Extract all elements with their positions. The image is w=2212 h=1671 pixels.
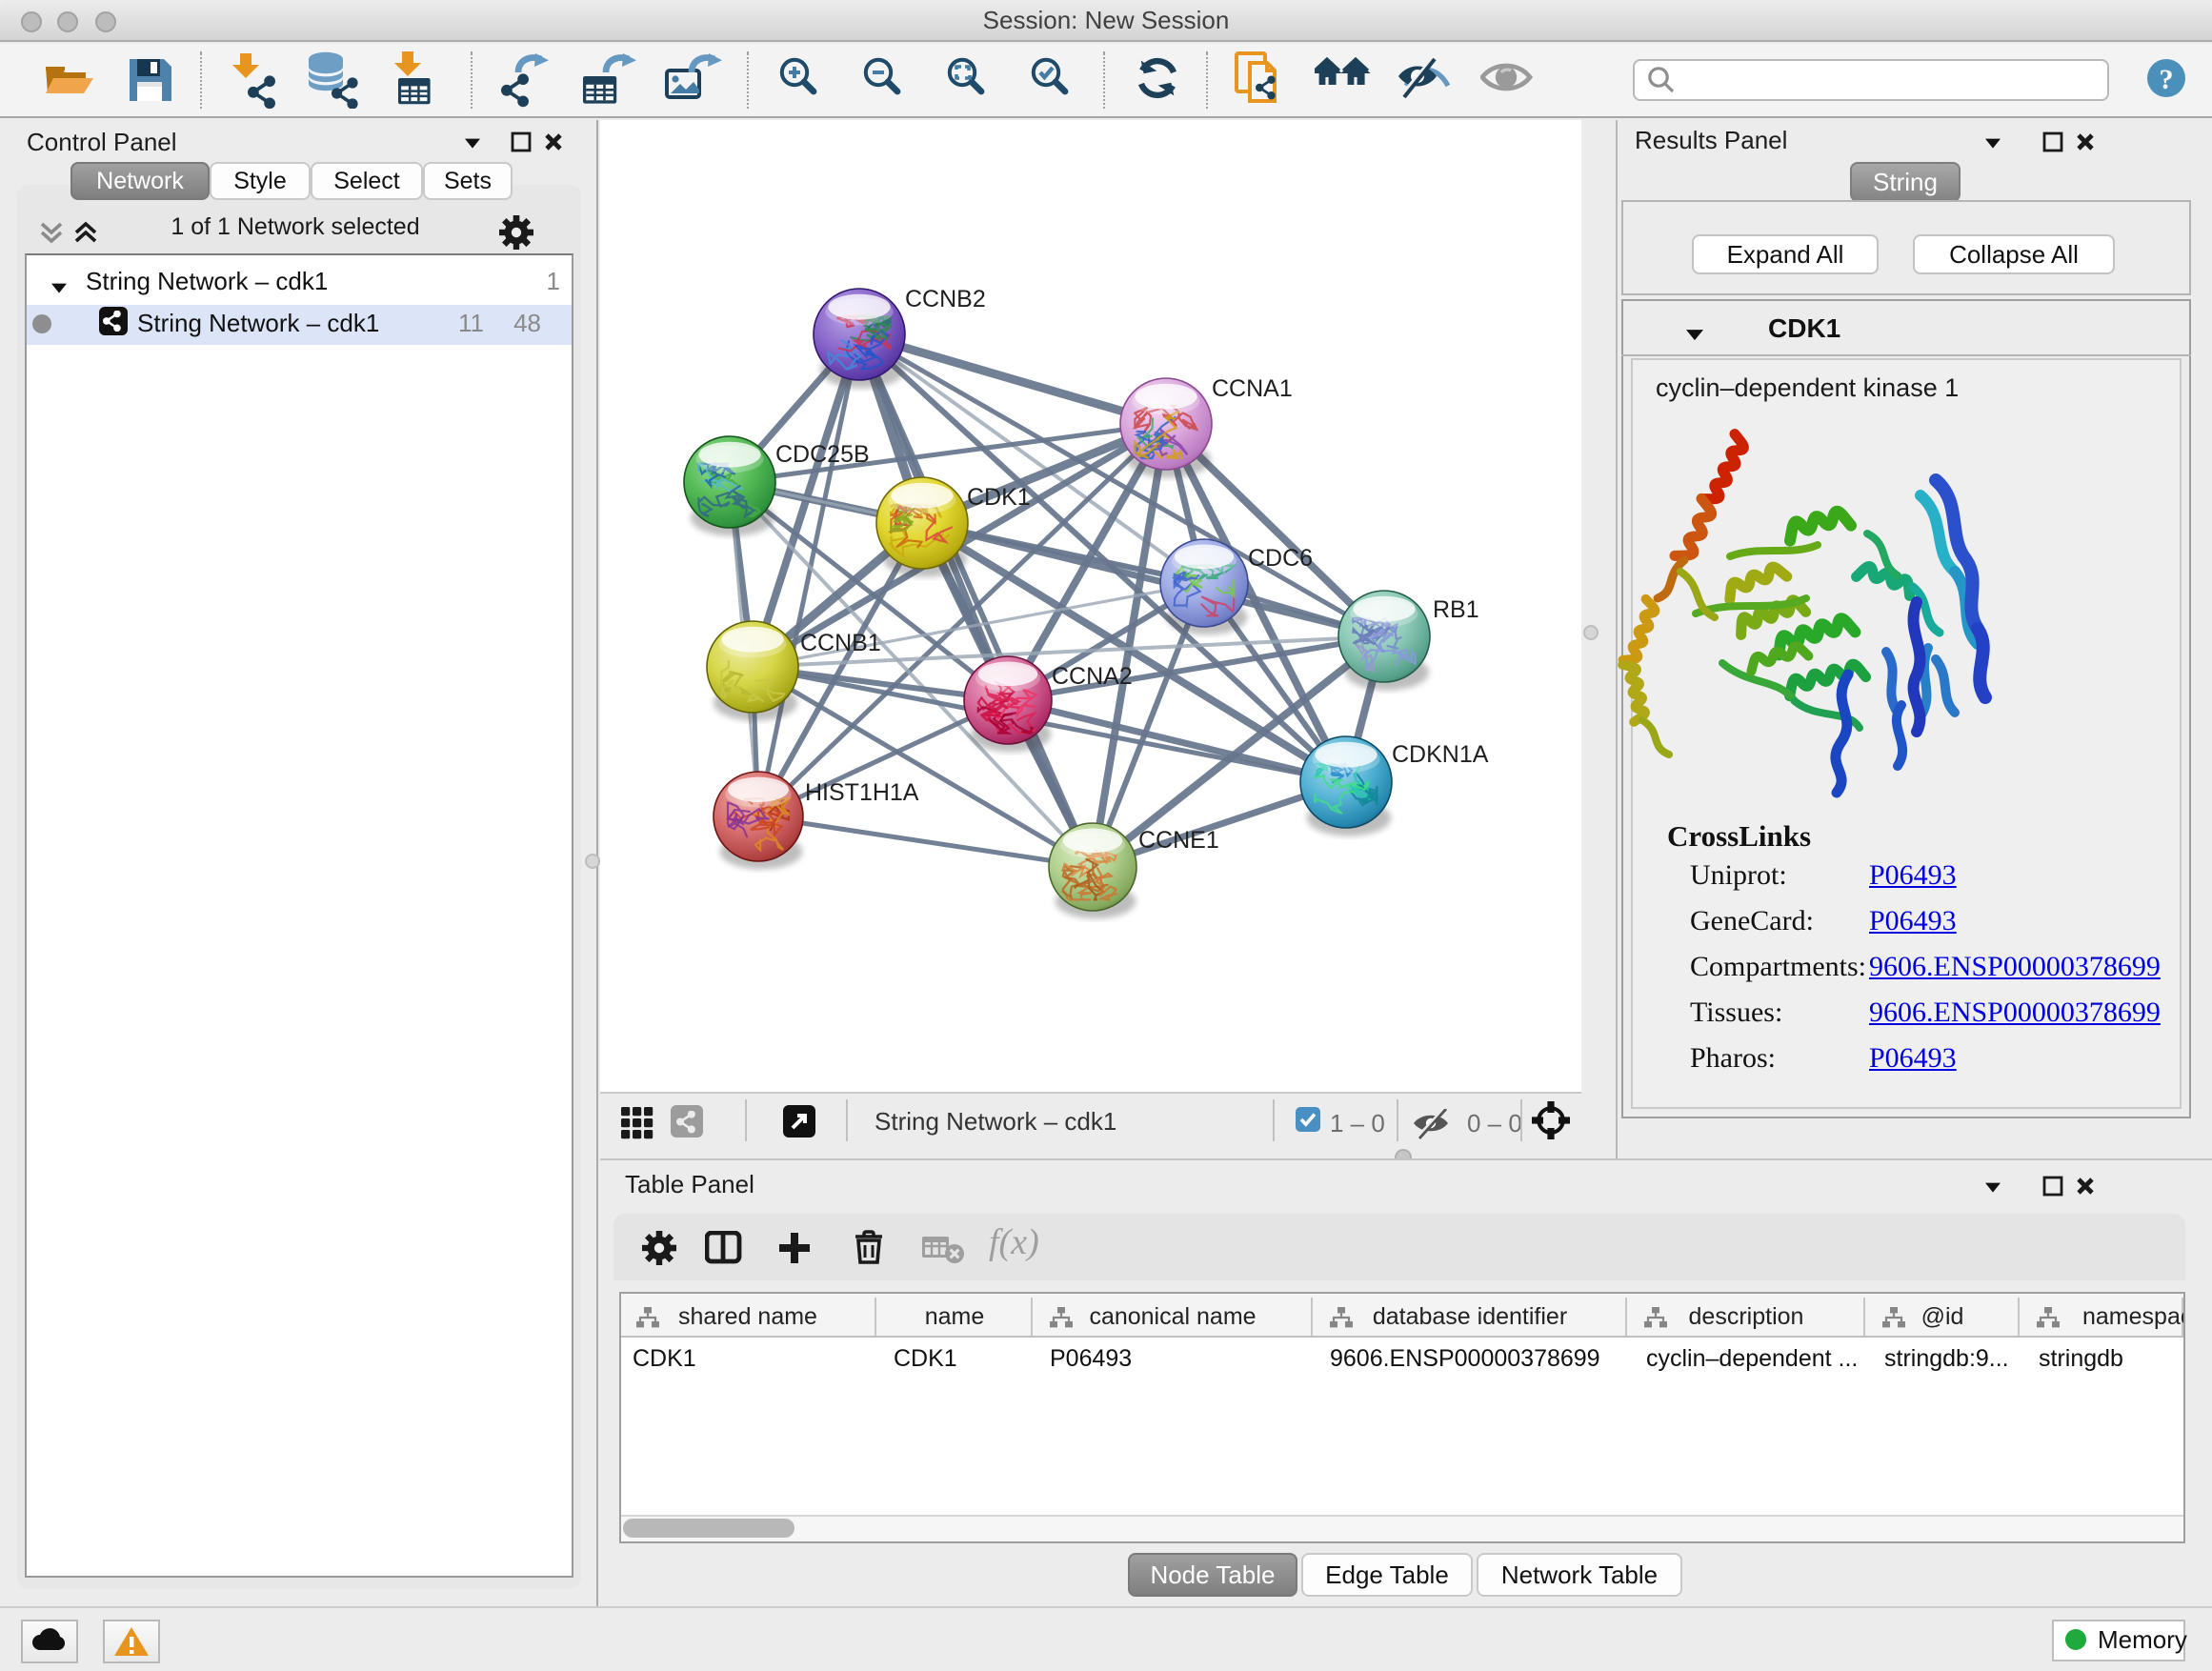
svg-text:CCNE1: CCNE1 (1138, 827, 1219, 854)
svg-text:CCNA1: CCNA1 (1212, 375, 1293, 402)
svg-text:HIST1H1A: HIST1H1A (805, 779, 919, 806)
svg-text:CCNB1: CCNB1 (800, 630, 881, 656)
svg-text:?: ? (2160, 64, 2174, 95)
svg-text:CDKN1A: CDKN1A (1392, 741, 1489, 768)
svg-text:RB1: RB1 (1433, 596, 1479, 623)
svg-text:CDC6: CDC6 (1248, 545, 1313, 572)
svg-text:CDK1: CDK1 (967, 484, 1031, 511)
svg-text:CCNA2: CCNA2 (1052, 663, 1133, 690)
svg-text:CDC25B: CDC25B (775, 441, 870, 468)
svg-text:CCNB2: CCNB2 (905, 286, 986, 312)
